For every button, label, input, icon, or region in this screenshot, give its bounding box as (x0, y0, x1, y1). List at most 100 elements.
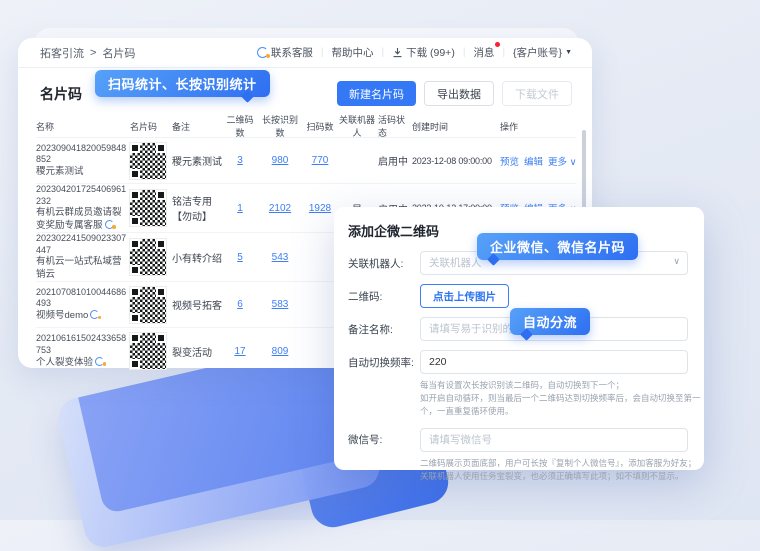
scan-cell: 770 (304, 155, 338, 166)
qr-code-image (130, 190, 166, 226)
card-name: 有机云一站式私域营销云 (36, 256, 128, 281)
remark-cell: 视频号拓客 (172, 297, 224, 312)
remark-cell: 裂变活动 (172, 344, 224, 359)
card-id: 202304201725406961232 (36, 184, 128, 207)
card-id: 202302241509023307447 (36, 233, 128, 256)
qr-count-cell: 3 (224, 155, 258, 166)
longpress-cell: 980 (258, 155, 304, 166)
qr-count-link[interactable]: 3 (237, 155, 243, 166)
edit-link[interactable]: 编辑 (524, 154, 543, 168)
card-id: 202106161502433658753 (36, 333, 128, 356)
qr-count-cell: 1 (224, 203, 258, 214)
longpress-count-link[interactable]: 809 (272, 346, 289, 357)
column-header: 名片码 (130, 120, 172, 133)
preview-link[interactable]: 预览 (500, 154, 519, 168)
account-item[interactable]: {客户账号} ▼ (513, 45, 572, 60)
column-header: 活码状态 (378, 113, 412, 139)
qr-count-cell: 17 (224, 346, 258, 357)
longpress-cell: 583 (258, 299, 304, 310)
menu-divider: | (502, 47, 505, 58)
longpress-count-link[interactable]: 980 (272, 155, 289, 166)
status-cell: 启用中 (378, 153, 412, 168)
longpress-count-link[interactable]: 583 (272, 299, 289, 310)
card-id: 202309041820059848852 (36, 143, 128, 166)
qr-cell (130, 287, 172, 323)
frequency-input[interactable] (420, 350, 688, 374)
table-header-row: 名称 名片码 备注 二维码数 长按识别数 扫码数 关联机器人 活码状态 创建时间… (36, 115, 576, 138)
qr-count-cell: 5 (224, 252, 258, 263)
contact-service-item[interactable]: 联系客服 (257, 45, 313, 60)
breadcrumb-parent[interactable]: 拓客引流 (40, 45, 84, 61)
qr-code-image (130, 239, 166, 275)
longpress-cell: 543 (258, 252, 304, 263)
longpress-count-link[interactable]: 543 (272, 252, 289, 263)
messages-label: 消息 (473, 45, 494, 60)
remark-cell: 稷元素测试 (172, 153, 224, 168)
download-item[interactable]: 下载 (99+) (392, 45, 455, 60)
scan-cell: 1928 (304, 203, 338, 214)
row-actions: 预览 编辑 更多 ∨ (500, 154, 576, 168)
created-cell: 2023-12-08 09:00:00 (412, 156, 500, 166)
breadcrumb-current: 名片码 (102, 45, 135, 61)
menu-divider: | (381, 47, 384, 58)
qr-count-link[interactable]: 6 (237, 299, 243, 310)
download-icon (392, 47, 403, 58)
contact-service-label: 联系客服 (271, 45, 313, 60)
qr-code-image (130, 143, 166, 179)
qr-count-cell: 6 (224, 299, 258, 310)
name-cell: 202302241509023307447 有机云一站式私域营销云 (36, 233, 130, 281)
export-data-button[interactable]: 导出数据 (424, 81, 494, 106)
brand-logo-icon (95, 357, 104, 366)
longpress-count-link[interactable]: 2102 (269, 203, 291, 214)
qr-count-link[interactable]: 1 (237, 203, 243, 214)
name-cell: 202106161502433658753 个人裂变体验 (36, 333, 130, 369)
account-label: {客户账号} (513, 45, 562, 60)
name-cell: 202309041820059848852 稷元素测试 (36, 143, 130, 179)
frequency-label: 自动切换频率: (348, 355, 420, 370)
vertical-scrollbar[interactable] (582, 130, 586, 212)
column-header: 关联机器人 (338, 113, 378, 139)
remark-label: 备注名称: (348, 322, 420, 337)
service-logo-icon (257, 47, 268, 58)
card-name: 个人裂变体验 (36, 357, 128, 369)
select-chevron-icon: ∨ (673, 256, 680, 267)
help-center-label: 帮助中心 (331, 45, 373, 60)
longpress-cell: 2102 (258, 203, 304, 214)
more-link[interactable]: 更多 ∨ (548, 154, 577, 168)
scan-count-link[interactable]: 770 (312, 155, 329, 166)
breadcrumb-separator: > (90, 47, 96, 59)
help-center-item[interactable]: 帮助中心 (331, 45, 373, 60)
chevron-down-icon: ▼ (565, 49, 572, 56)
scan-count-link[interactable]: 1928 (309, 203, 331, 214)
page-title: 名片码 (40, 84, 82, 104)
qrcode-label: 二维码: (348, 289, 420, 304)
qrcode-field-row: 二维码: 点击上传图片 (348, 284, 688, 308)
wechat-help-text: 二维码展示页面底部，用户可长按『复制个人微信号』，添加客服为好友； 关联机器人使… (420, 457, 688, 483)
brand-logo-icon (90, 310, 99, 319)
messages-item[interactable]: 消息 (473, 45, 494, 60)
top-menu: 联系客服 | 帮助中心 | 下载 (99+) | 消息 | {客户账号} (257, 45, 572, 60)
qr-count-link[interactable]: 5 (237, 252, 243, 263)
card-name: 视频号demo (36, 310, 128, 322)
qr-cell (130, 239, 172, 275)
qr-count-link[interactable]: 17 (234, 346, 245, 357)
toolbar: 新建名片码 导出数据 下载文件 (337, 81, 572, 106)
column-header: 长按识别数 (258, 113, 304, 139)
frequency-field-row: 自动切换频率: (348, 350, 688, 374)
create-card-button[interactable]: 新建名片码 (337, 81, 416, 106)
frequency-help-text: 每当有设置次长按识别该二维码，自动切换到下一个； 如开启自动循环，则当最后一个二… (420, 379, 688, 419)
qr-cell (130, 333, 172, 369)
download-label: 下载 (99+) (406, 45, 455, 60)
card-name: 稷元素测试 (36, 166, 128, 178)
wechat-input[interactable] (420, 428, 688, 452)
qr-cell (130, 190, 172, 226)
download-file-button: 下载文件 (502, 81, 572, 106)
callout-auto-split: 自动分流 (510, 308, 590, 335)
name-cell: 202304201725406961232 有机云群成员邀请裂变奖励专属客服 (36, 184, 130, 232)
menu-divider: | (463, 47, 466, 58)
card-name: 有机云群成员邀请裂变奖励专属客服 (36, 207, 128, 232)
column-header: 创建时间 (412, 120, 500, 133)
notification-dot (495, 42, 500, 47)
qr-cell (130, 143, 172, 179)
upload-image-button[interactable]: 点击上传图片 (420, 284, 509, 308)
